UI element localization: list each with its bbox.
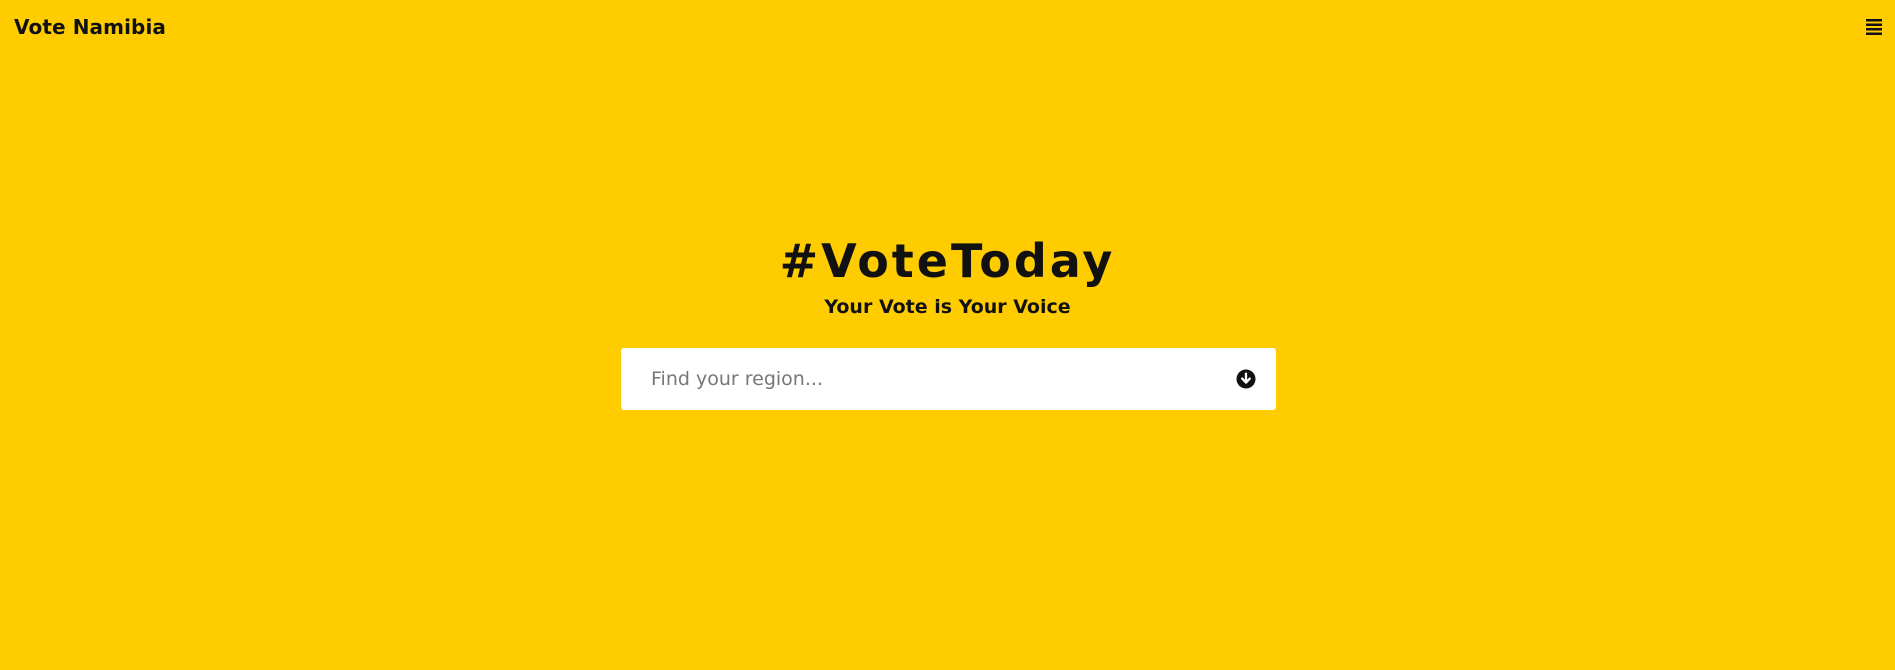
hamburger-menu-icon [1866,19,1882,35]
region-search-submit-button[interactable] [1235,368,1257,390]
hero: #VoteToday Your Vote is Your Voice [0,232,1895,320]
page: Vote Namibia #VoteToday Your Vote is You… [0,0,1895,670]
hero-subtitle: Your Vote is Your Voice [824,296,1071,318]
menu-button[interactable] [1863,16,1885,38]
arrow-down-circle-icon [1236,369,1256,389]
hero-title: #VoteToday [779,234,1116,288]
region-search-input[interactable] [621,348,1235,410]
brand-link[interactable]: Vote Namibia [14,15,166,39]
region-search-box [621,348,1276,410]
